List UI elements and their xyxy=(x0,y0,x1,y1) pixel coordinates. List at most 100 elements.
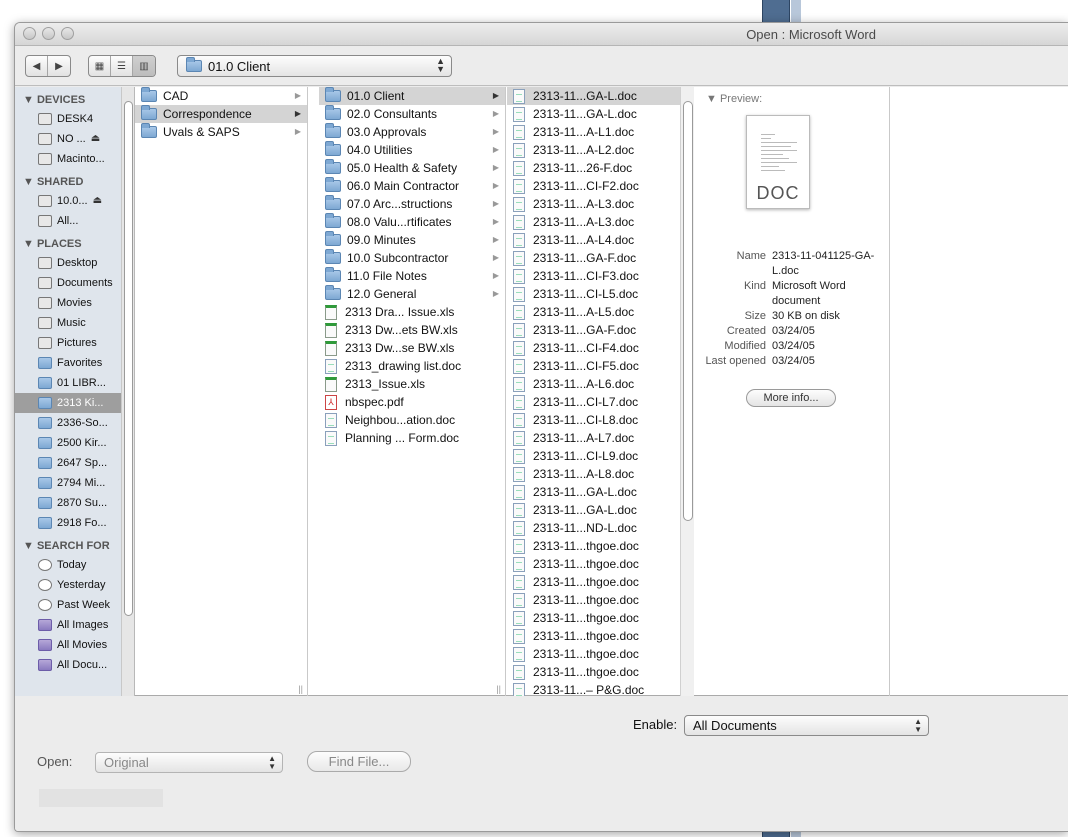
open-popup[interactable]: Original ▲ ▼ xyxy=(95,752,283,773)
sidebar-item[interactable]: Movies xyxy=(15,293,121,313)
folder-row[interactable]: Uvals & SAPS ▶ xyxy=(135,123,307,141)
file-row[interactable]: 2313 Dw...se BW.xls xyxy=(319,339,505,357)
file-row[interactable]: 2313-11...thgoe.doc xyxy=(507,663,681,681)
sidebar-item[interactable]: All... xyxy=(15,211,121,231)
sidebar-item[interactable]: 2647 Sp... xyxy=(15,453,121,473)
file-row[interactable]: 2313-11...ND-L.doc xyxy=(507,519,681,537)
sidebar-heading-devices[interactable]: ▼ DEVICES xyxy=(15,91,134,109)
location-popup[interactable]: 01.0 Client ▲ ▼ xyxy=(177,55,452,77)
file-row[interactable]: 2313-11...A-L5.doc xyxy=(507,303,681,321)
file-row[interactable]: 2313-11...GA-F.doc xyxy=(507,249,681,267)
file-row[interactable]: 2313-11...A-L4.doc xyxy=(507,231,681,249)
file-row[interactable]: 2313-11...A-L8.doc xyxy=(507,465,681,483)
file-row[interactable]: 2313-11...A-L2.doc xyxy=(507,141,681,159)
folder-row[interactable]: 01.0 Client ▶ xyxy=(319,87,505,105)
sidebar-item[interactable]: Yesterday xyxy=(15,575,121,595)
file-row[interactable]: 2313-11...thgoe.doc xyxy=(507,591,681,609)
file-row[interactable]: 2313-11...26-F.doc xyxy=(507,159,681,177)
file-row[interactable]: 2313-11...thgoe.doc xyxy=(507,627,681,645)
find-file-button[interactable]: Find File... xyxy=(307,751,411,772)
folder-row[interactable]: 11.0 File Notes ▶ xyxy=(319,267,505,285)
icon-view-icon[interactable]: ▦ xyxy=(89,56,111,76)
sidebar-heading-shared[interactable]: ▼ SHARED xyxy=(15,173,134,191)
enable-popup[interactable]: All Documents ▲ ▼ xyxy=(684,715,929,736)
file-row[interactable]: 2313-11...A-L1.doc xyxy=(507,123,681,141)
folder-row[interactable]: 03.0 Approvals ▶ xyxy=(319,123,505,141)
file-row[interactable]: 2313-11...thgoe.doc xyxy=(507,555,681,573)
folder-row[interactable]: 06.0 Main Contractor ▶ xyxy=(319,177,505,195)
file-row[interactable]: 2313 Dra... Issue.xls xyxy=(319,303,505,321)
folder-row[interactable]: 08.0 Valu...rtificates ▶ xyxy=(319,213,505,231)
folder-row[interactable]: 07.0 Arc...structions ▶ xyxy=(319,195,505,213)
sidebar-item[interactable]: DESK4 xyxy=(15,109,121,129)
folder-row[interactable]: 05.0 Health & Safety ▶ xyxy=(319,159,505,177)
file-row[interactable]: 2313_drawing list.doc xyxy=(319,357,505,375)
folder-row[interactable]: 09.0 Minutes ▶ xyxy=(319,231,505,249)
sidebar-item[interactable]: 10.0... ⏏ xyxy=(15,191,121,211)
sidebar-scrollbar[interactable] xyxy=(121,87,134,696)
column-resize-handle[interactable]: || xyxy=(496,684,501,694)
file-list-scrollbar[interactable] xyxy=(680,87,694,696)
sidebar-item[interactable]: 2500 Kir... xyxy=(15,433,121,453)
file-row[interactable]: 2313-11...GA-F.doc xyxy=(507,321,681,339)
sidebar-item[interactable]: Desktop xyxy=(15,253,121,273)
forward-arrow-icon[interactable]: ▶ xyxy=(48,56,70,76)
file-row[interactable]: 2313-11...GA-L.doc xyxy=(507,87,681,105)
sidebar-item[interactable]: 2794 Mi... xyxy=(15,473,121,493)
file-row[interactable]: 2313 Dw...ets BW.xls xyxy=(319,321,505,339)
file-row[interactable]: 2313-11...CI-F2.doc xyxy=(507,177,681,195)
file-row[interactable]: 2313-11...– P&G.doc xyxy=(507,681,681,696)
file-row[interactable]: Planning ... Form.doc xyxy=(319,429,505,447)
file-row[interactable]: 2313-11...thgoe.doc xyxy=(507,645,681,663)
back-arrow-icon[interactable]: ◀ xyxy=(26,56,48,76)
file-row[interactable]: 2313-11...CI-F4.doc xyxy=(507,339,681,357)
sidebar-item[interactable]: 2918 Fo... xyxy=(15,513,121,533)
folder-row[interactable]: CAD ▶ xyxy=(135,87,307,105)
sidebar-item[interactable]: Past Week xyxy=(15,595,121,615)
file-row[interactable]: 2313-11...GA-L.doc xyxy=(507,105,681,123)
sidebar-item[interactable]: All Movies xyxy=(15,635,121,655)
eject-icon[interactable]: ⏏ xyxy=(93,191,102,211)
file-row[interactable]: 2313-11...CI-L9.doc xyxy=(507,447,681,465)
file-row[interactable]: 2313-11...A-L7.doc xyxy=(507,429,681,447)
file-row[interactable]: 2313_Issue.xls xyxy=(319,375,505,393)
file-row[interactable]: 2313-11...A-L3.doc xyxy=(507,213,681,231)
sidebar-item[interactable]: NO ... ⏏ xyxy=(15,129,121,149)
column-resize-handle[interactable]: || xyxy=(298,684,303,694)
sidebar-heading-search[interactable]: ▼ SEARCH FOR xyxy=(15,537,134,555)
sidebar-heading-places[interactable]: ▼ PLACES xyxy=(15,235,134,253)
sidebar-item[interactable]: Music xyxy=(15,313,121,333)
file-row[interactable]: 2313-11...A-L3.doc xyxy=(507,195,681,213)
list-view-icon[interactable]: ☰ xyxy=(111,56,133,76)
file-row[interactable]: 2313-11...thgoe.doc xyxy=(507,609,681,627)
file-row[interactable]: Neighbou...ation.doc xyxy=(319,411,505,429)
file-row[interactable]: 2313-11...A-L6.doc xyxy=(507,375,681,393)
file-row[interactable]: 2313-11...thgoe.doc xyxy=(507,573,681,591)
file-row[interactable]: 2313-11...GA-L.doc xyxy=(507,483,681,501)
sidebar-item[interactable]: Documents xyxy=(15,273,121,293)
folder-row[interactable]: 02.0 Consultants ▶ xyxy=(319,105,505,123)
file-row[interactable]: 2313-11...thgoe.doc xyxy=(507,537,681,555)
sidebar-item[interactable]: 2870 Su... xyxy=(15,493,121,513)
file-row[interactable]: 2313-11...CI-L7.doc xyxy=(507,393,681,411)
sidebar-item[interactable]: 2313 Ki... xyxy=(15,393,121,413)
sidebar-item[interactable]: Pictures xyxy=(15,333,121,353)
sidebar-item[interactable]: Macinto... xyxy=(15,149,121,169)
file-row[interactable]: 2313-11...CI-L5.doc xyxy=(507,285,681,303)
column-view-icon[interactable]: ▥ xyxy=(133,56,155,76)
sidebar-item[interactable]: 2336-So... xyxy=(15,413,121,433)
folder-row[interactable]: 12.0 General ▶ xyxy=(319,285,505,303)
sidebar-item[interactable]: Today xyxy=(15,555,121,575)
file-row[interactable]: 2313-11...CI-F5.doc xyxy=(507,357,681,375)
folder-row[interactable]: 04.0 Utilities ▶ xyxy=(319,141,505,159)
sidebar-item[interactable]: All Docu... xyxy=(15,655,121,675)
eject-icon[interactable]: ⏏ xyxy=(91,129,100,149)
file-row[interactable]: 2313-11...CI-F3.doc xyxy=(507,267,681,285)
more-info-button[interactable]: More info... xyxy=(746,389,836,407)
sidebar-item[interactable]: All Images xyxy=(15,615,121,635)
file-row[interactable]: 2313-11...GA-L.doc xyxy=(507,501,681,519)
file-row[interactable]: ⅄ nbspec.pdf xyxy=(319,393,505,411)
sidebar-item[interactable]: Favorites xyxy=(15,353,121,373)
sidebar-item[interactable]: 01 LIBR... xyxy=(15,373,121,393)
folder-row[interactable]: Correspondence ▶ xyxy=(135,105,307,123)
